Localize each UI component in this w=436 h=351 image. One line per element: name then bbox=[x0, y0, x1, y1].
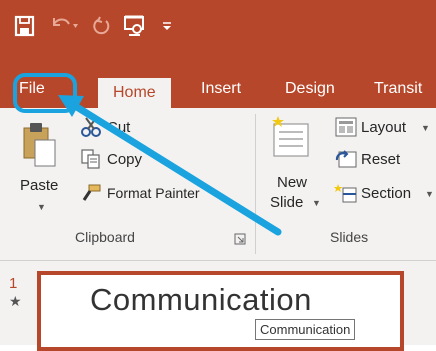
layout-dropdown-icon[interactable]: ▼ bbox=[421, 123, 430, 133]
paste-dropdown-icon[interactable]: ▼ bbox=[37, 202, 46, 212]
clipboard-group-label: Clipboard bbox=[75, 229, 135, 245]
save-icon[interactable] bbox=[14, 14, 36, 42]
reset-button[interactable]: Reset bbox=[361, 151, 400, 168]
slide-number: 1 bbox=[9, 275, 18, 292]
customize-icon[interactable] bbox=[160, 14, 176, 42]
group-separator bbox=[255, 114, 256, 254]
copy-icon bbox=[80, 148, 102, 175]
layout-icon bbox=[334, 116, 358, 143]
slide-thumbnail-title: Communication bbox=[90, 282, 312, 317]
section-dropdown-icon[interactable]: ▼ bbox=[425, 189, 434, 199]
layout-button[interactable]: Layout bbox=[361, 119, 406, 136]
new-slide-label[interactable]: New bbox=[277, 174, 307, 191]
copy-dropdown-icon[interactable]: ▼ bbox=[156, 155, 165, 165]
redo-icon[interactable] bbox=[90, 14, 112, 42]
copy-button[interactable]: Copy bbox=[107, 151, 142, 168]
dialog-launcher-icon[interactable] bbox=[234, 232, 246, 250]
file-tab-callout bbox=[13, 73, 77, 113]
new-slide-label-2[interactable]: Slide bbox=[270, 194, 303, 211]
slides-group-label: Slides bbox=[330, 229, 369, 245]
transition-star-icon: ★ bbox=[9, 293, 22, 309]
section-icon bbox=[334, 182, 358, 209]
reset-icon bbox=[334, 148, 358, 175]
scissors-icon bbox=[80, 116, 102, 143]
tab-transitions[interactable]: Transit bbox=[374, 70, 422, 108]
undo-icon[interactable] bbox=[50, 14, 80, 42]
tab-home[interactable]: Home bbox=[98, 78, 171, 108]
section-button[interactable]: Section bbox=[361, 185, 411, 202]
tab-design[interactable]: Design bbox=[285, 70, 335, 108]
present-icon[interactable] bbox=[122, 14, 148, 42]
new-slide-dropdown-icon[interactable]: ▼ bbox=[312, 198, 321, 208]
cut-button[interactable]: Cut bbox=[107, 119, 130, 136]
ribbon: Paste ▼ Cut Copy ▼ Format Painter Clipbo… bbox=[0, 108, 436, 261]
paste-icon[interactable] bbox=[20, 118, 60, 175]
tab-insert[interactable]: Insert bbox=[201, 70, 241, 108]
format-painter-icon bbox=[80, 182, 102, 209]
format-painter-button[interactable]: Format Painter bbox=[107, 185, 200, 201]
new-slide-icon[interactable] bbox=[270, 114, 312, 165]
thumbnail-tooltip: Communication bbox=[255, 319, 356, 340]
paste-label[interactable]: Paste bbox=[20, 177, 58, 194]
